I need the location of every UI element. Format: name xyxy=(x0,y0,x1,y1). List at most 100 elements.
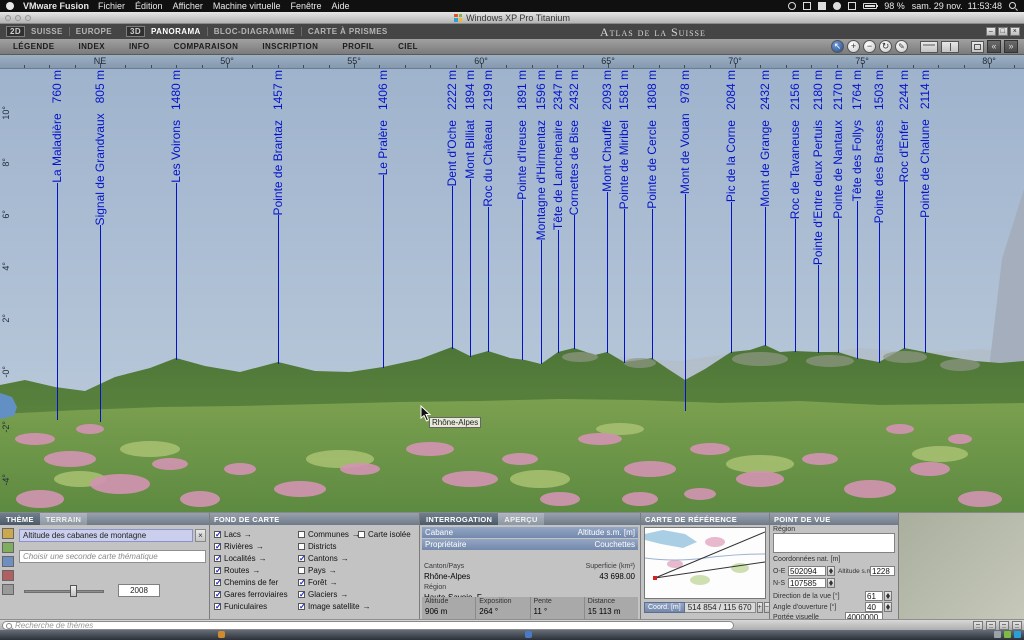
theme-map-icon[interactable] xyxy=(2,528,14,539)
annotate-button[interactable] xyxy=(895,40,908,53)
layers-icon[interactable] xyxy=(999,621,1009,630)
layer-style-arrow-icon[interactable] xyxy=(259,554,267,563)
ref-zoom-in-button[interactable] xyxy=(757,602,763,613)
zoom-in-button[interactable] xyxy=(847,40,860,53)
layer-style-arrow-icon[interactable] xyxy=(329,566,337,575)
zoom-out-button[interactable] xyxy=(863,40,876,53)
panorama-view[interactable]: La Maladière 760 mSignal de Grandvaux 80… xyxy=(0,69,1024,512)
tab-suisse[interactable]: SUISSE xyxy=(31,27,63,36)
menubar-app-name[interactable]: VMware Fusion xyxy=(23,1,89,11)
rotate-view-button[interactable] xyxy=(879,40,892,53)
menubar-item[interactable]: Afficher xyxy=(173,1,203,11)
layer-checkbox[interactable] xyxy=(298,579,305,586)
direction-input[interactable] xyxy=(865,591,883,601)
collapse-right-button[interactable] xyxy=(1004,40,1018,53)
ns-stepper[interactable] xyxy=(827,578,835,588)
menubar-item[interactable]: Fichier xyxy=(98,1,125,11)
layer-checkbox[interactable] xyxy=(214,555,221,562)
status-icon-bluetooth[interactable] xyxy=(848,2,856,10)
print-icon[interactable] xyxy=(973,621,983,630)
oe-input[interactable] xyxy=(788,566,826,576)
taskbar-app-indicator[interactable] xyxy=(218,631,225,638)
angle-stepper[interactable] xyxy=(884,602,892,612)
theme-map-icon[interactable] xyxy=(2,556,14,567)
mode-2d-button[interactable]: 2D xyxy=(6,26,25,37)
viewpoint-region-list[interactable]: Haute-Savoie F Mont Salève 1375 m xyxy=(773,533,895,553)
menubar-item[interactable]: Machine virtuelle xyxy=(213,1,281,11)
menu-item[interactable]: CIEL xyxy=(391,42,425,51)
oe-stepper[interactable] xyxy=(827,566,835,576)
search-input[interactable] xyxy=(15,622,733,629)
tab-carte-a-prismes[interactable]: CARTE À PRISMES xyxy=(308,27,388,36)
year-slider-track[interactable] xyxy=(24,590,104,593)
status-icon-display[interactable] xyxy=(788,2,796,10)
taskbar-app-indicator[interactable] xyxy=(525,631,532,638)
remove-theme-button[interactable] xyxy=(195,529,206,542)
close-window-button[interactable] xyxy=(5,15,11,21)
layer-checkbox[interactable] xyxy=(214,543,221,550)
single-pane-layout-button[interactable] xyxy=(920,41,938,53)
spotlight-icon[interactable] xyxy=(1009,2,1018,11)
layer-checkbox[interactable] xyxy=(214,567,221,574)
menubar-clock[interactable]: sam. 29 nov. 11:53:48 xyxy=(912,1,1002,11)
angle-input[interactable] xyxy=(865,602,883,612)
reference-map[interactable] xyxy=(644,527,766,599)
menu-item[interactable]: COMPARAISON xyxy=(167,42,246,51)
isolated-map-checkbox[interactable] xyxy=(358,531,365,538)
menu-item[interactable]: INFO xyxy=(122,42,157,51)
ref-zoom-out-button[interactable] xyxy=(764,602,770,613)
year-slider-handle[interactable] xyxy=(70,585,77,597)
direction-stepper[interactable] xyxy=(884,591,892,601)
help-icon[interactable] xyxy=(1012,621,1022,630)
menu-item[interactable]: INDEX xyxy=(71,42,111,51)
layer-checkbox[interactable] xyxy=(214,603,221,610)
layer-style-arrow-icon[interactable] xyxy=(244,530,252,539)
tab-europe[interactable]: EUROPE xyxy=(76,27,112,36)
layer-style-arrow-icon[interactable] xyxy=(340,590,348,599)
menu-item[interactable]: PROFIL xyxy=(335,42,381,51)
altitude-input[interactable] xyxy=(870,566,895,576)
menu-item[interactable]: INSCRIPTION xyxy=(255,42,325,51)
status-icon-keyboard[interactable] xyxy=(818,2,826,10)
second-theme-placeholder[interactable]: Choisir une seconde carte thématique xyxy=(19,550,206,563)
layer-checkbox[interactable] xyxy=(214,531,221,538)
windows-taskbar[interactable] xyxy=(0,630,1024,640)
search-box[interactable] xyxy=(2,621,734,630)
tab-apercu[interactable]: APERÇU xyxy=(498,513,543,525)
vm-window-titlebar[interactable]: Windows XP Pro Titanium xyxy=(0,12,1024,24)
mode-3d-button[interactable]: 3D xyxy=(126,26,145,37)
layer-checkbox[interactable] xyxy=(298,591,305,598)
menu-item[interactable]: LÉGENDE xyxy=(6,42,61,51)
split-pane-layout-button[interactable] xyxy=(941,41,959,53)
tab-panorama[interactable]: PANORAMA xyxy=(151,27,201,36)
layer-checkbox[interactable] xyxy=(214,591,221,598)
zoom-window-button[interactable] xyxy=(25,15,31,21)
selected-theme[interactable]: Altitude des cabanes de montagne xyxy=(19,529,193,542)
window-control-dots[interactable] xyxy=(5,15,31,21)
collapse-left-button[interactable] xyxy=(987,40,1001,53)
apple-menu-icon[interactable] xyxy=(6,2,14,10)
layer-style-arrow-icon[interactable] xyxy=(363,602,371,611)
layer-checkbox[interactable] xyxy=(298,543,305,550)
layer-checkbox[interactable] xyxy=(298,567,305,574)
theme-map-icon[interactable] xyxy=(2,584,14,595)
fullscreen-button[interactable] xyxy=(971,41,984,53)
theme-map-icon[interactable] xyxy=(2,542,14,553)
theme-map-icon[interactable] xyxy=(2,570,14,581)
menubar-item[interactable]: Édition xyxy=(135,1,163,11)
ns-input[interactable] xyxy=(788,578,826,588)
menubar-item[interactable]: Aide xyxy=(331,1,349,11)
tab-terrain[interactable]: TERRAIN xyxy=(40,513,87,525)
tab-bloc-diagramme[interactable]: BLOC-DIAGRAMME xyxy=(214,27,295,36)
layer-style-arrow-icon[interactable] xyxy=(252,566,260,575)
system-tray[interactable] xyxy=(994,631,1021,638)
layer-checkbox[interactable] xyxy=(298,603,305,610)
layer-style-arrow-icon[interactable] xyxy=(341,554,349,563)
menubar-item[interactable]: Fenêtre xyxy=(290,1,321,11)
pan-tool-button[interactable] xyxy=(831,40,844,53)
layer-style-arrow-icon[interactable] xyxy=(256,542,264,551)
status-icon-timemachine[interactable] xyxy=(803,2,811,10)
layer-style-arrow-icon[interactable] xyxy=(330,578,338,587)
maximize-button[interactable] xyxy=(998,27,1008,36)
minimize-window-button[interactable] xyxy=(15,15,21,21)
